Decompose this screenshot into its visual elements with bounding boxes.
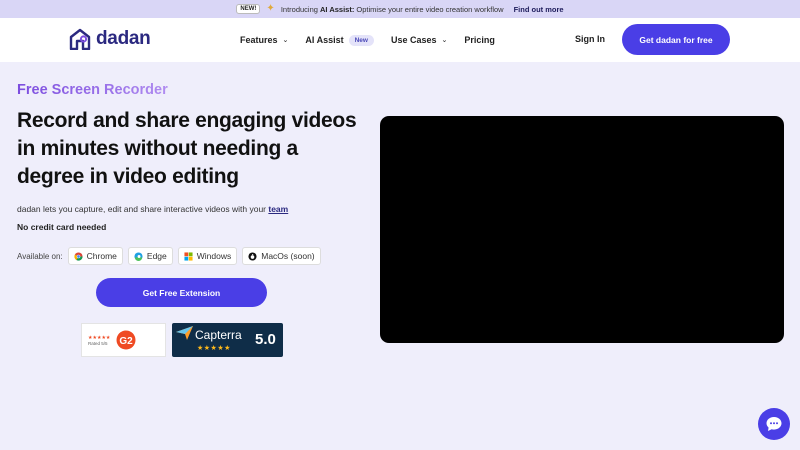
hero-subline: dadan lets you capture, edit and share i… (17, 204, 289, 214)
capterra-arrow-icon (176, 326, 193, 340)
capterra-badge[interactable]: Capterra ★★★★★ 5.0 (172, 323, 283, 357)
announcement-text: Introducing AI Assist: Optimise your ent… (280, 4, 504, 14)
find-out-more-link[interactable]: Find out more (514, 5, 564, 14)
g2-rating: ★★★★★ Rated 5/5 (88, 335, 110, 346)
chevron-down-icon: ⌄ (282, 37, 289, 44)
chat-icon (766, 417, 782, 431)
sign-in-link[interactable]: Sign In (575, 34, 605, 44)
available-label: Available on: (17, 251, 63, 261)
capterra-score: 5.0 (255, 331, 276, 348)
platform-windows-label: Windows (196, 251, 232, 261)
nav-links: Features ⌄ AI Assist New Use Cases ⌄ Pri… (240, 18, 512, 62)
g2-rated-text: Rated 5/5 (88, 340, 108, 346)
sparkle-icon: ✦ (266, 3, 275, 14)
hero-eyebrow: Free Screen Recorder (17, 82, 168, 98)
capterra-name: Capterra (195, 328, 242, 342)
logo-text: dadan (96, 28, 151, 49)
platform-macos[interactable]: MacOs (soon) (242, 247, 321, 265)
svg-text:G2: G2 (120, 336, 134, 347)
nav-features-label: Features (240, 35, 278, 45)
g2-badge[interactable]: ★★★★★ Rated 5/5 G2 (81, 323, 166, 357)
windows-icon (184, 251, 193, 261)
nav-pricing-label: Pricing (464, 35, 495, 45)
video-player[interactable] (380, 116, 784, 343)
no-credit-card-text: No credit card needed (17, 222, 107, 232)
g2-logo-icon: G2 (116, 330, 136, 350)
chat-button[interactable] (758, 408, 790, 440)
announcement-bar: NEW! ✦ Introducing AI Assist: Optimise y… (0, 0, 800, 18)
nav-use-cases[interactable]: Use Cases ⌄ (391, 35, 447, 45)
nav-pricing[interactable]: Pricing (464, 35, 495, 45)
logo[interactable]: dadan (68, 28, 151, 50)
apple-icon (248, 251, 257, 261)
platform-chrome-label: Chrome (86, 251, 117, 261)
platform-chrome[interactable]: Chrome (67, 247, 123, 265)
platform-macos-label: MacOs (soon) (261, 251, 315, 261)
nav-ai-assist-label: AI Assist (305, 35, 344, 45)
get-dadan-free-button[interactable]: Get dadan for free (622, 24, 730, 55)
dadan-logo-icon (69, 28, 91, 50)
team-link[interactable]: team (268, 204, 288, 214)
platform-windows[interactable]: Windows (177, 247, 238, 265)
capterra-stars: ★★★★★ (197, 345, 231, 352)
edge-icon (134, 251, 143, 261)
get-free-extension-button[interactable]: Get Free Extension (96, 278, 267, 307)
available-on: Available on: Chrome Edge Windows MacOs … (17, 247, 321, 265)
g2-stars: ★★★★★ (88, 334, 111, 341)
platform-edge[interactable]: Edge (127, 247, 173, 265)
nav-ai-assist[interactable]: AI Assist New (305, 34, 374, 46)
nav-use-cases-label: Use Cases (390, 35, 437, 45)
chevron-down-icon: ⌄ (441, 37, 448, 44)
new-badge: NEW! (236, 4, 261, 14)
nav-features[interactable]: Features ⌄ (240, 35, 288, 45)
hero-headline: Record and share engaging videos in minu… (17, 109, 357, 188)
chrome-icon (74, 251, 83, 261)
new-pill: New (348, 34, 374, 46)
top-nav: dadan Features ⌄ AI Assist New Use Cases… (0, 18, 800, 62)
platform-edge-label: Edge (146, 251, 167, 261)
